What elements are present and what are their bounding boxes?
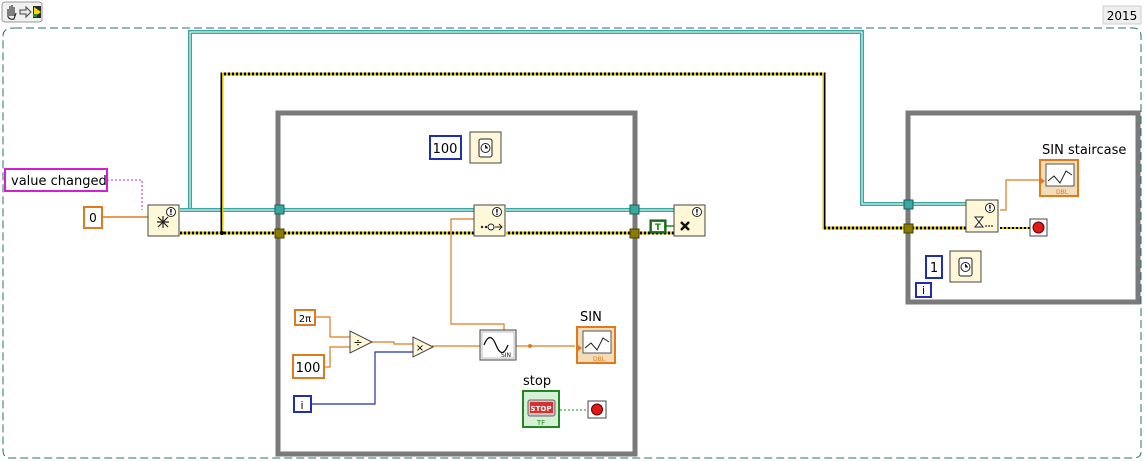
two-pi-value: 2π [299,314,311,325]
right-loop-condition-terminal[interactable] [1029,218,1048,237]
create-user-event-node[interactable]: ! [147,204,180,237]
stop-button-control[interactable]: STOP TF [522,390,560,428]
right-wait-ms-node[interactable] [949,250,982,283]
value-changed-control[interactable]: value changed [4,168,108,192]
stop-button-text: STOP [531,405,552,413]
value-changed-wire [107,179,143,210]
svg-text:!: ! [169,208,173,217]
iteration-wire [312,351,413,405]
version-label: 2015 [1107,9,1138,23]
zero-constant[interactable]: 0 [83,206,103,229]
svg-text:!: ! [695,208,699,217]
true-constant[interactable]: T [649,219,667,234]
right-iteration-terminal: i [915,282,932,298]
svg-text:×: × [416,343,424,354]
sin-dbl-label: DBL [593,356,606,363]
sin-label: SIN [580,310,602,325]
iteration-terminal: i [293,395,312,413]
destroy-user-event-node[interactable]: ! [673,204,706,237]
event-structure-node[interactable]: ! [965,199,999,233]
zero-constant-value: 0 [89,211,97,225]
stop-label: stop [523,374,551,389]
loop-condition-terminal[interactable] [587,400,607,419]
block-diagram: 2015 value changed 0 ! 100 ! T ! 2π 100 … [1,1,1142,459]
toolbar [1,1,43,23]
divide-node[interactable]: ÷ [349,330,374,354]
sin-staircase-chart-indicator[interactable]: DBL [1039,159,1079,197]
divisor-value: 100 [296,361,321,376]
outer-structure [2,27,1142,459]
multiply-node[interactable]: × [412,336,435,358]
sin-chart-indicator[interactable]: DBL [576,326,616,364]
right-wait-ms-value: 1 [930,261,938,276]
sine-node[interactable]: SIN [479,329,517,361]
stop-tf-label: TF [536,419,545,427]
svg-text:!: ! [495,208,499,217]
two-pi-constant[interactable]: 2π [294,309,316,326]
right-wait-ms-constant[interactable]: 1 [925,255,943,279]
staircase-dbl-label: DBL [1056,189,1069,196]
wait-ms-value: 100 [433,142,458,157]
true-constant-value: T [655,223,662,233]
svg-text:÷: ÷ [353,336,362,349]
wire-junction [528,344,532,348]
divisor-constant[interactable]: 100 [292,354,325,379]
wait-ms-node[interactable] [469,131,502,164]
svg-text:!: ! [988,204,992,213]
iteration-right-value: i [922,284,925,297]
sine-node-label: SIN [501,352,511,359]
value-changed-label: value changed [11,174,107,189]
run-arrow-icon[interactable] [33,6,41,18]
iteration-main-value: i [300,399,303,412]
main-while-loop[interactable] [275,110,638,457]
generate-user-event-node[interactable]: ! [473,204,506,237]
refnum-wire [180,30,968,212]
sin-staircase-label: SIN staircase [1042,143,1126,158]
wait-ms-constant[interactable]: 100 [429,135,462,160]
